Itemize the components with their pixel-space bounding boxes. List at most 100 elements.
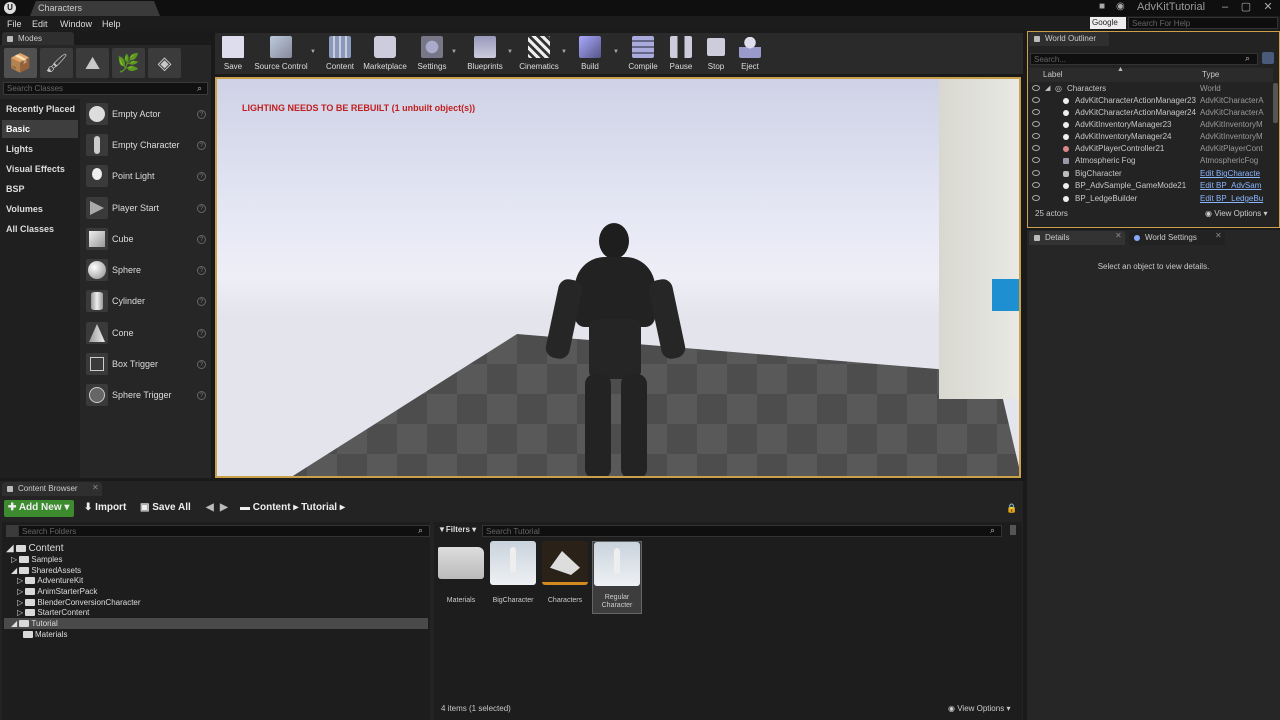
class-item-empty-character[interactable]: Empty Character?	[84, 132, 210, 160]
asset-tile-selected[interactable]: Regular Character	[592, 541, 642, 614]
pause-button[interactable]: Pause	[667, 35, 695, 73]
category-all-classes[interactable]: All Classes	[6, 224, 80, 234]
stop-button[interactable]: Stop	[703, 35, 729, 73]
chevron-down-icon[interactable]: ▼	[613, 49, 619, 55]
eject-button[interactable]: Eject	[737, 35, 763, 73]
tab-details[interactable]: Details	[1029, 231, 1125, 245]
category-bsp[interactable]: BSP	[6, 184, 80, 194]
help-icon[interactable]: ?	[197, 204, 206, 213]
help-search-input[interactable]: Search For Help	[1128, 17, 1278, 29]
eye-icon[interactable]	[1032, 121, 1040, 127]
help-icon[interactable]: ?	[197, 329, 206, 338]
add-new-button[interactable]: ✚ Add New ▾	[4, 500, 74, 517]
help-icon[interactable]: ?	[197, 141, 206, 150]
folder-search-input[interactable]: Search Folders	[18, 525, 430, 537]
outliner-scrollbar[interactable]	[1273, 83, 1278, 123]
outliner-row[interactable]: BigCharacter Edit BigCharacte	[1029, 168, 1273, 180]
chevron-down-icon[interactable]: ▼	[507, 49, 513, 55]
class-item-point-light[interactable]: Point Light?	[84, 163, 210, 191]
chevron-down-icon[interactable]: ◢	[1045, 84, 1050, 92]
tree-node-starter-content[interactable]: ▷ StarterContent	[17, 608, 89, 617]
tree-node-blender-conversion[interactable]: ▷ BlenderConversionCharacter	[17, 598, 141, 607]
save-all-button[interactable]: ▣ Save All	[136, 500, 195, 517]
outliner-row[interactable]: Atmospheric Fog AtmosphericFog	[1029, 155, 1273, 167]
menu-edit[interactable]: Edit	[32, 19, 48, 29]
settings-button[interactable]: Settings	[415, 35, 449, 73]
tree-node-shared-assets[interactable]: ◢ SharedAssets	[11, 566, 81, 575]
landscape-mode-icon[interactable]: ⛰	[76, 48, 109, 78]
tree-node-content[interactable]: ◢ Content	[6, 543, 64, 554]
eye-icon[interactable]	[1032, 145, 1040, 151]
classes-search-input[interactable]: Search Classes	[3, 82, 208, 95]
help-icon[interactable]: ?	[197, 110, 206, 119]
eye-icon[interactable]	[1032, 133, 1040, 139]
close-icon[interactable]: ✕	[1115, 231, 1122, 240]
import-button[interactable]: ⬇ Import	[80, 500, 130, 517]
asset-tile[interactable]: BigCharacter	[488, 541, 538, 613]
menu-file[interactable]: File	[7, 19, 22, 29]
category-lights[interactable]: Lights	[6, 144, 80, 154]
outliner-search-input[interactable]: Search...	[1030, 53, 1258, 65]
eye-icon[interactable]	[1032, 170, 1040, 176]
build-button[interactable]: Build	[577, 35, 603, 73]
help-icon[interactable]: ?	[197, 172, 206, 181]
tab-world-settings[interactable]: World Settings	[1129, 231, 1225, 245]
blueprints-button[interactable]: Blueprints	[463, 35, 507, 73]
sources-toggle-icon[interactable]	[6, 525, 18, 537]
tree-node-materials[interactable]: Materials	[23, 630, 67, 639]
class-item-sphere[interactable]: Sphere?	[84, 257, 210, 285]
cb-view-options-button[interactable]: ◉ View Options ▾	[948, 704, 1010, 713]
outliner-row[interactable]: AdvKitInventoryManager24 AdvKitInventoryM	[1029, 131, 1273, 143]
class-item-cube[interactable]: Cube?	[84, 226, 210, 254]
close-icon[interactable]: ✕	[1215, 231, 1222, 240]
tab-modes[interactable]: Modes	[2, 32, 74, 46]
breadcrumb-content[interactable]: Content	[253, 502, 291, 513]
place-mode-icon[interactable]: 📦	[4, 48, 37, 78]
forward-button[interactable]: ▶	[216, 500, 232, 517]
source-control-button[interactable]: Source Control	[253, 35, 309, 73]
lock-icon[interactable]: 🔒	[1006, 503, 1017, 514]
geometry-mode-icon[interactable]: ◈	[148, 48, 181, 78]
edit-blueprint-link[interactable]: Edit BigCharacte	[1200, 169, 1273, 178]
column-type[interactable]: Type	[1202, 70, 1219, 79]
menu-help[interactable]: Help	[102, 19, 121, 29]
column-label[interactable]: Label	[1043, 70, 1063, 79]
eye-icon[interactable]	[1032, 97, 1040, 103]
filters-button[interactable]: ▼Filters ▾	[438, 525, 476, 534]
marketplace-button[interactable]: Marketplace	[361, 35, 409, 73]
asset-tile[interactable]: Characters	[540, 541, 590, 613]
compile-button[interactable]: Compile	[627, 35, 659, 73]
minimize-icon[interactable]: –	[1215, 0, 1235, 15]
eye-icon[interactable]	[1032, 182, 1040, 188]
outliner-row[interactable]: BP_LedgeBuilder Edit BP_LedgeBu	[1029, 193, 1273, 205]
outliner-row[interactable]: AdvKitCharacterActionManager23 AdvKitChar…	[1029, 95, 1273, 107]
tree-node-anim-starter-pack[interactable]: ▷ AnimStarterPack	[17, 587, 97, 596]
close-icon[interactable]: ✕	[92, 483, 99, 492]
outliner-row[interactable]: AdvKitPlayerController21 AdvKitPlayerCont	[1029, 143, 1273, 155]
outliner-row[interactable]: AdvKitCharacterActionManager24 AdvKitChar…	[1029, 107, 1273, 119]
asset-tile[interactable]: Materials	[436, 541, 486, 613]
search-provider-select[interactable]: Google ▾	[1090, 17, 1126, 36]
maximize-icon[interactable]: ▢	[1236, 0, 1256, 15]
cinematics-button[interactable]: Cinematics	[519, 35, 559, 73]
foliage-mode-icon[interactable]: 🌿	[112, 48, 145, 78]
tab-world-outliner[interactable]: World Outliner	[1029, 32, 1109, 46]
outliner-row[interactable]: BP_AdvSample_GameMode21 Edit BP_AdvSam	[1029, 180, 1273, 192]
menu-window[interactable]: Window	[60, 19, 92, 29]
chevron-down-icon[interactable]: ▼	[310, 49, 316, 55]
breadcrumb-tutorial[interactable]: Tutorial	[301, 502, 337, 513]
paint-mode-icon[interactable]: 🖌	[40, 48, 73, 78]
level-tab[interactable]: Characters	[30, 1, 160, 16]
outliner-row[interactable]: AdvKitInventoryManager23 AdvKitInventoryM	[1029, 119, 1273, 131]
help-icon[interactable]: ?	[197, 235, 206, 244]
view-options-button[interactable]: ◉ View Options ▾	[1205, 209, 1267, 218]
tree-node-tutorial[interactable]: ◢ Tutorial	[11, 619, 58, 628]
class-item-cylinder[interactable]: Cylinder?	[84, 288, 210, 316]
asset-scroll-icon[interactable]	[1010, 525, 1016, 535]
chevron-down-icon[interactable]: ▼	[451, 49, 457, 55]
help-icon[interactable]: ?	[197, 266, 206, 275]
feedback-icon[interactable]: ◉	[1116, 1, 1125, 12]
class-item-cone[interactable]: Cone?	[84, 320, 210, 348]
category-volumes[interactable]: Volumes	[6, 204, 80, 214]
tree-node-adventure-kit[interactable]: ▷ AdventureKit	[17, 576, 83, 585]
